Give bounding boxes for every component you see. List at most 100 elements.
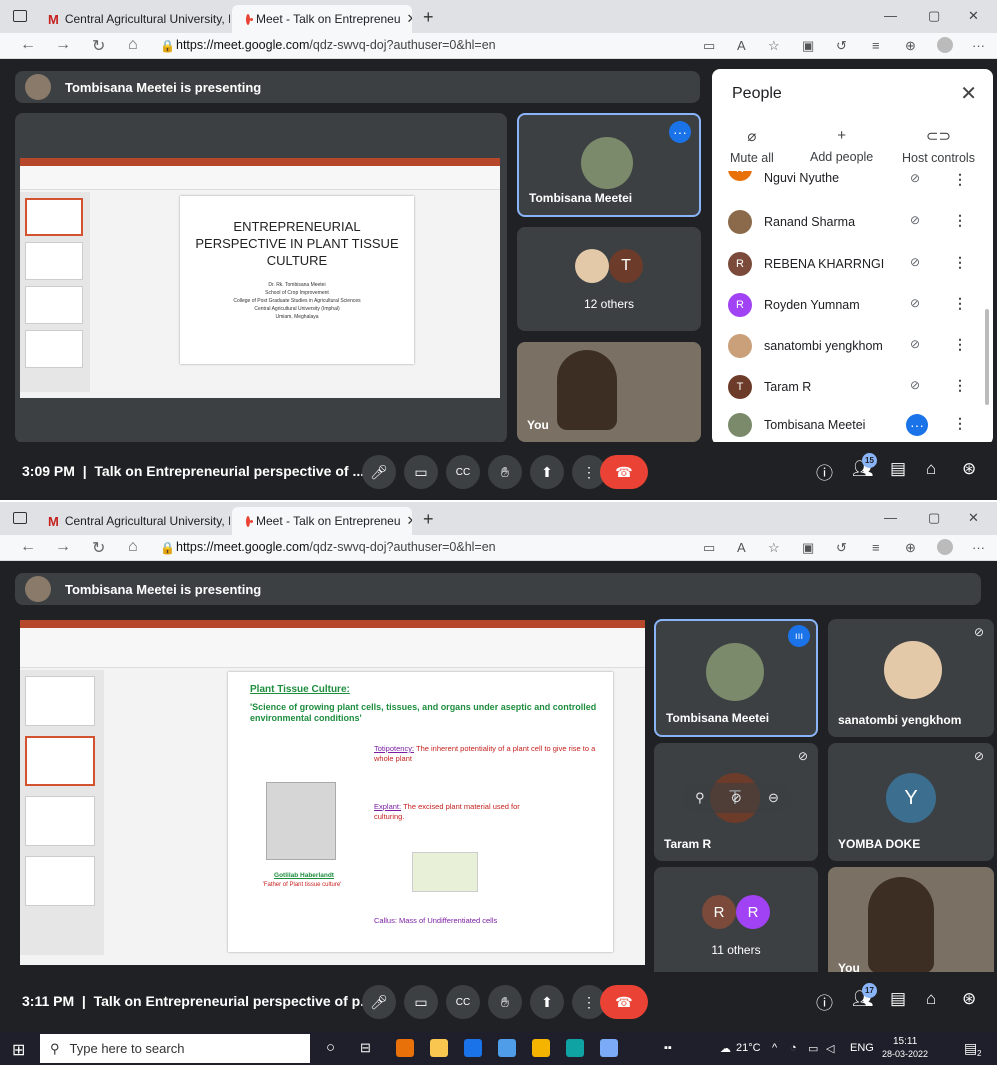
store-icon[interactable] xyxy=(532,1039,550,1057)
wifi-icon[interactable]: ◔ xyxy=(790,1042,797,1054)
participant-row[interactable]: T Taram R ⊘ ⋮ xyxy=(712,367,993,407)
chat-icon[interactable]: ▤ xyxy=(890,459,906,479)
thumbnail-3[interactable] xyxy=(25,286,83,324)
extension-icon[interactable]: ▣ xyxy=(802,540,814,556)
participant-row[interactable]: Tombisana Meetei ··· ⋮ xyxy=(712,405,993,445)
notification-icon[interactable]: ▤ xyxy=(964,1040,977,1057)
language-indicator[interactable]: ENG xyxy=(850,1042,874,1054)
refresh-icon[interactable]: ↻ xyxy=(92,36,105,56)
collections-icon[interactable]: ⊕ xyxy=(905,540,916,556)
tile-others[interactable]: R R 11 others xyxy=(654,867,818,985)
participant-row[interactable]: N Nguvi Nyuthe ⊘ ⋮ xyxy=(712,171,993,189)
refresh-extension-icon[interactable]: ↺ xyxy=(836,540,847,556)
more-vert-icon[interactable]: ⋮ xyxy=(953,171,967,188)
more-options-icon[interactable]: ··· xyxy=(669,121,691,143)
mic-icon[interactable]: 🎤︎ xyxy=(362,455,396,489)
read-aloud-icon[interactable]: A xyxy=(737,540,746,555)
thumbnail-1[interactable] xyxy=(25,676,95,726)
more-icon[interactable]: ··· xyxy=(972,540,985,555)
more-vert-icon[interactable]: ⋮ xyxy=(953,295,967,312)
home-icon[interactable]: ⌂ xyxy=(128,36,138,54)
host-lock-icon[interactable]: ⊛ xyxy=(962,459,976,479)
more-vert-icon[interactable]: ⋮ xyxy=(953,336,967,353)
tile-you[interactable]: You xyxy=(517,342,701,442)
refresh-icon[interactable]: ↻ xyxy=(92,538,105,558)
camera-icon[interactable]: ▭ xyxy=(404,985,438,1019)
edge-icon[interactable] xyxy=(464,1039,482,1057)
profile-icon[interactable] xyxy=(937,539,953,555)
thumbnail-1[interactable] xyxy=(25,198,83,236)
raise-hand-icon[interactable]: ✋︎ xyxy=(488,455,522,489)
tile-tombisana[interactable]: ··· Tombisana Meetei xyxy=(517,113,701,217)
thumbnail-2[interactable] xyxy=(25,736,95,786)
participant-row[interactable]: R REBENA KHARRNGI ⊘ ⋮ xyxy=(712,244,993,284)
lock-icon[interactable]: 🔒 xyxy=(160,39,175,53)
info-icon[interactable]: ⓘ xyxy=(816,459,833,484)
file-explorer-icon[interactable] xyxy=(430,1039,448,1057)
more-vert-icon[interactable]: ⋮ xyxy=(953,254,967,271)
leave-call-button[interactable]: ☎︎ xyxy=(600,985,648,1019)
leave-call-button[interactable]: ☎︎ xyxy=(600,455,648,489)
home-icon[interactable]: ⌂ xyxy=(128,538,138,556)
clock-date[interactable]: 28-03-2022 xyxy=(882,1049,928,1059)
back-icon[interactable]: ← xyxy=(20,538,36,556)
tab-central-agricultural[interactable]: M Central Agricultural University, I ✕ xyxy=(40,5,230,33)
favorite-icon[interactable]: ☆ xyxy=(768,540,780,556)
weather-icon[interactable]: ☁ xyxy=(720,1042,731,1055)
close-window-icon[interactable]: ✕ xyxy=(968,510,979,526)
thumbnail-4[interactable] xyxy=(25,856,95,906)
tab-central-agricultural[interactable]: M Central Agricultural University, I ✕ xyxy=(40,507,230,535)
mic-icon[interactable]: 🎤︎ xyxy=(362,985,396,1019)
new-tab-icon[interactable]: + xyxy=(423,7,434,28)
mute-all-button[interactable]: ⌀ Mute all xyxy=(730,127,774,165)
mic-off-icon[interactable]: ⊘ xyxy=(731,790,742,806)
network-icon[interactable]: ▪▪ xyxy=(664,1042,672,1054)
remove-icon[interactable]: ⊖ xyxy=(768,790,779,806)
firefox-icon[interactable] xyxy=(396,1039,414,1057)
lock-icon[interactable]: 🔒 xyxy=(160,541,175,555)
host-lock-icon[interactable]: ⊛ xyxy=(962,989,976,1009)
close-tab-icon[interactable]: ✕ xyxy=(407,513,412,529)
battery-icon[interactable]: ▭ xyxy=(808,1042,818,1055)
collections-icon[interactable]: ⊕ xyxy=(905,38,916,54)
read-aloud-icon[interactable]: A xyxy=(737,38,746,53)
tile-sanatombi[interactable]: ⊘ sanatombi yengkhom xyxy=(828,619,994,737)
start-icon[interactable]: ⊞ xyxy=(12,1040,25,1060)
powerpoint-window[interactable]: Plant Tissue Culture: 'Science of growin… xyxy=(20,620,645,965)
url-field[interactable]: https://meet.google.com/qdz-swvq-doj?aut… xyxy=(176,540,496,554)
refresh-extension-icon[interactable]: ↺ xyxy=(836,38,847,54)
favorites-icon[interactable]: ≡ xyxy=(872,38,880,53)
app-icon[interactable] xyxy=(600,1039,618,1057)
more-vert-icon[interactable]: ⋮ xyxy=(953,415,967,432)
url-field[interactable]: https://meet.google.com/qdz-swvq-doj?aut… xyxy=(176,38,496,52)
tab-meet[interactable]: Meet - Talk on Entrepreneu ✕ xyxy=(232,507,412,535)
forward-icon[interactable]: → xyxy=(55,538,71,556)
thumbnail-3[interactable] xyxy=(25,796,95,846)
more-vert-icon[interactable]: ⋮ xyxy=(953,212,967,229)
close-window-icon[interactable]: ✕ xyxy=(968,8,979,24)
scrollbar[interactable] xyxy=(985,309,989,405)
close-icon[interactable]: ✕ xyxy=(960,81,977,106)
camera-permission-icon[interactable]: ▭ xyxy=(703,38,715,54)
more-options-icon[interactable]: ··· xyxy=(906,414,928,436)
captions-icon[interactable]: CC xyxy=(446,985,480,1019)
presentation-tile[interactable]: ENTREPRENEURIAL PERSPECTIVE IN PLANT TIS… xyxy=(15,113,507,443)
extension-icon[interactable]: ▣ xyxy=(802,38,814,54)
camera-icon[interactable]: ▭ xyxy=(404,455,438,489)
tile-others[interactable]: T 12 others xyxy=(517,227,701,331)
present-icon[interactable]: ⬆ xyxy=(530,985,564,1019)
window-menu-icon[interactable] xyxy=(13,512,27,524)
profile-icon[interactable] xyxy=(937,37,953,53)
new-tab-icon[interactable]: + xyxy=(423,509,434,530)
host-controls-button[interactable]: ⊂⊃ Host controls xyxy=(902,127,975,165)
minimize-icon[interactable]: — xyxy=(884,8,897,23)
taskbar-search[interactable]: ⚲ Type here to search xyxy=(40,1034,310,1063)
mail-icon[interactable] xyxy=(498,1039,516,1057)
edge-alt-icon[interactable] xyxy=(566,1039,584,1057)
chat-icon[interactable]: ▤ xyxy=(890,989,906,1009)
camera-permission-icon[interactable]: ▭ xyxy=(703,540,715,556)
tab-meet[interactable]: Meet - Talk on Entrepreneu ✕ xyxy=(232,5,412,33)
more-icon[interactable]: ··· xyxy=(972,38,985,53)
minimize-icon[interactable]: — xyxy=(884,510,897,525)
tray-chevron-icon[interactable]: ^ xyxy=(772,1042,777,1054)
